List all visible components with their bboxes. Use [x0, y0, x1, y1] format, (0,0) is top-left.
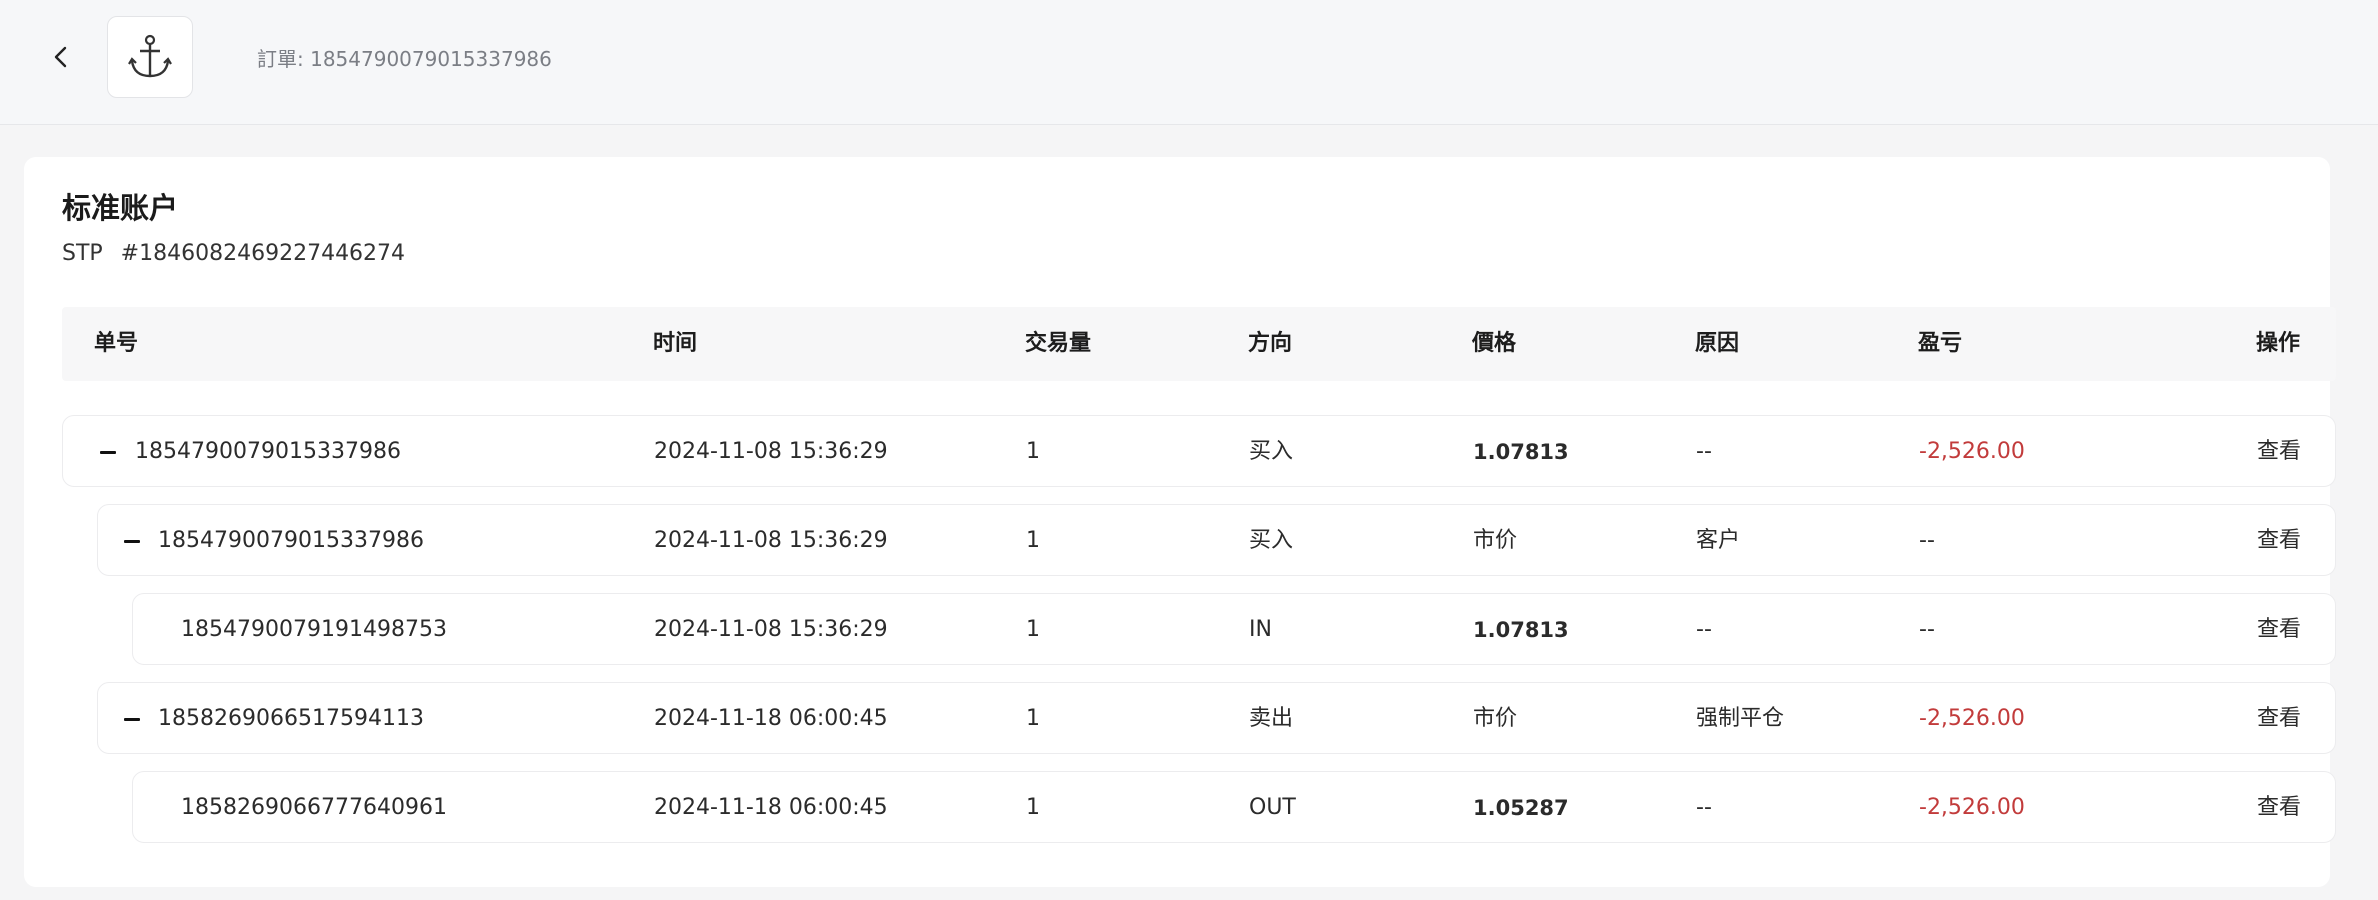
- column-header-reason: 原因: [1695, 331, 1740, 356]
- row-price: 1.05287: [1473, 796, 1569, 820]
- order-reference: 訂單: 1854790079015337986: [257, 47, 552, 71]
- row-reason: 强制平仓: [1696, 706, 1785, 731]
- account-number: #1846082469227446274: [120, 241, 406, 266]
- row-pnl: -2,526.00: [1919, 439, 2025, 464]
- row-order-id: 1858269066777640961: [181, 795, 447, 820]
- column-header-order-id: 单号: [94, 331, 139, 356]
- chevron-left-icon: [54, 46, 67, 68]
- account-title: 标准账户: [62, 191, 179, 225]
- account-type: STP: [62, 241, 103, 266]
- minus-icon: [100, 450, 116, 454]
- minus-icon: [124, 717, 140, 721]
- row-reason: 客户: [1696, 528, 1741, 553]
- row-price: 市价: [1473, 528, 1518, 553]
- brand-logo: [107, 16, 193, 98]
- collapse-toggle[interactable]: [98, 442, 118, 462]
- row-order-id: 1854790079191498753: [181, 617, 447, 642]
- row-price: 1.07813: [1473, 440, 1569, 464]
- view-button[interactable]: 查看: [2257, 505, 2301, 577]
- column-header-price: 價格: [1472, 331, 1517, 356]
- row-reason: --: [1696, 795, 1712, 820]
- row-time: 2024-11-08 15:36:29: [654, 528, 888, 553]
- row-direction: OUT: [1249, 795, 1296, 820]
- row-order-id: 1854790079015337986: [158, 528, 424, 553]
- row-price: 1.07813: [1473, 618, 1569, 642]
- row-time: 2024-11-18 06:00:45: [654, 706, 888, 731]
- row-pnl: -2,526.00: [1919, 795, 2025, 820]
- view-button[interactable]: 查看: [2257, 416, 2301, 488]
- row-volume: 1: [1026, 795, 1040, 820]
- account-subtitle: STP #1846082469227446274: [62, 241, 405, 266]
- row-reason: --: [1696, 617, 1712, 642]
- row-direction: IN: [1249, 617, 1272, 642]
- column-header-time: 时间: [653, 331, 698, 356]
- row-volume: 1: [1026, 617, 1040, 642]
- row-direction: 卖出: [1249, 706, 1294, 731]
- anchor-icon: [128, 34, 172, 78]
- table-row: 1854790079015337986 2024-11-08 15:36:29 …: [62, 415, 2336, 487]
- column-header-pnl: 盈亏: [1918, 331, 1963, 356]
- row-time: 2024-11-08 15:36:29: [654, 617, 888, 642]
- view-button[interactable]: 查看: [2257, 594, 2301, 666]
- table-header: 单号 时间 交易量 方向 價格 原因 盈亏 操作: [62, 307, 2336, 381]
- table-row: 1854790079015337986 2024-11-08 15:36:29 …: [97, 504, 2336, 576]
- view-button[interactable]: 查看: [2257, 772, 2301, 844]
- row-time: 2024-11-08 15:36:29: [654, 439, 888, 464]
- row-time: 2024-11-18 06:00:45: [654, 795, 888, 820]
- table-row: 1854790079191498753 2024-11-08 15:36:29 …: [132, 593, 2336, 665]
- row-pnl: --: [1919, 528, 1935, 553]
- row-reason: --: [1696, 439, 1712, 464]
- row-volume: 1: [1026, 528, 1040, 553]
- row-direction: 买入: [1249, 439, 1294, 464]
- row-volume: 1: [1026, 706, 1040, 731]
- column-header-direction: 方向: [1248, 331, 1293, 356]
- view-button[interactable]: 查看: [2257, 683, 2301, 755]
- column-header-volume: 交易量: [1025, 331, 1092, 356]
- row-pnl: -2,526.00: [1919, 706, 2025, 731]
- row-pnl: --: [1919, 617, 1935, 642]
- table-row: 1858269066517594113 2024-11-18 06:00:45 …: [97, 682, 2336, 754]
- row-order-id: 1854790079015337986: [135, 439, 401, 464]
- account-card: 标准账户 STP #1846082469227446274 单号 时间 交易量 方…: [24, 157, 2336, 887]
- back-button[interactable]: [44, 40, 78, 74]
- row-order-id: 1858269066517594113: [158, 706, 424, 731]
- row-price: 市价: [1473, 706, 1518, 731]
- table-row: 1858269066777640961 2024-11-18 06:00:45 …: [132, 771, 2336, 843]
- row-volume: 1: [1026, 439, 1040, 464]
- collapse-toggle[interactable]: [122, 709, 142, 729]
- collapse-toggle[interactable]: [122, 531, 142, 551]
- top-bar: 訂單: 1854790079015337986: [0, 0, 2378, 125]
- minus-icon: [124, 539, 140, 543]
- row-direction: 买入: [1249, 528, 1294, 553]
- column-header-action: 操作: [2256, 331, 2301, 356]
